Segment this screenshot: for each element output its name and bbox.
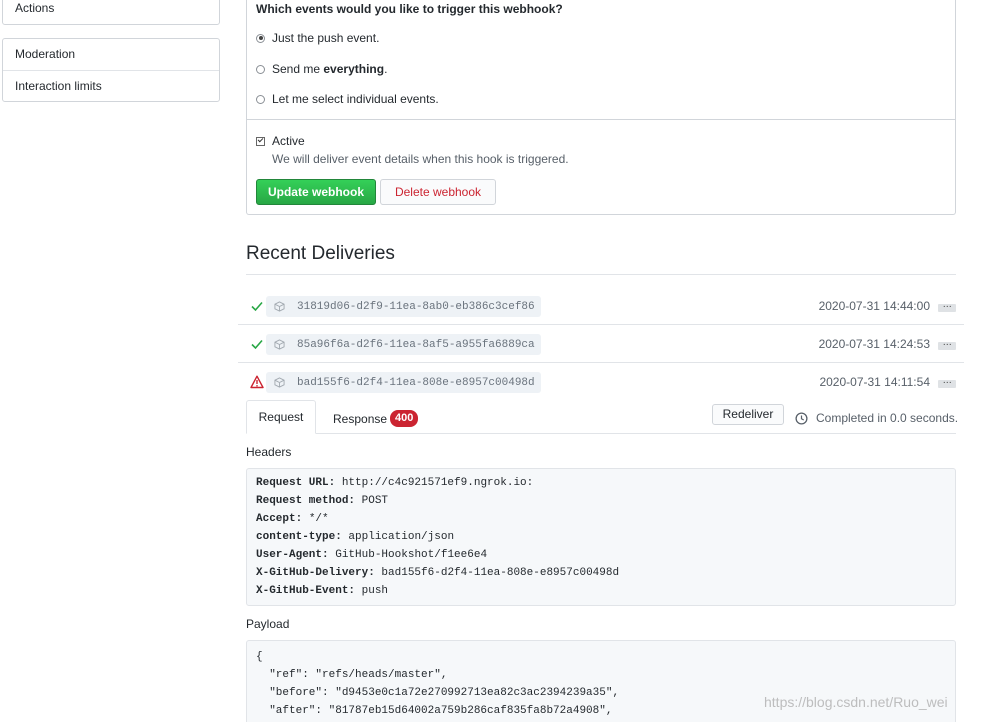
event-option-everything[interactable]: Send me everything. xyxy=(256,62,387,76)
delivery-guid-pill[interactable]: 85a96f6a-d2f6-11ea-8af5-a955fa6889ca xyxy=(266,334,541,355)
header-key: Accept: xyxy=(256,513,303,525)
expand-ellipsis-button[interactable]: … xyxy=(938,377,956,388)
expand-ellipsis-button[interactable]: … xyxy=(938,301,956,312)
header-key: Request URL: xyxy=(256,477,336,489)
header-line: Request URL: http://c4c921571ef9.ngrok.i… xyxy=(256,474,946,492)
package-icon xyxy=(274,339,285,350)
event-option-individual[interactable]: Let me select individual events. xyxy=(256,92,439,106)
header-value: POST xyxy=(355,495,389,507)
sidebar-top-box: Actions xyxy=(2,0,220,25)
header-key: Request method: xyxy=(256,495,356,507)
event-option-individual-label: Let me select individual events. xyxy=(272,92,439,106)
package-icon xyxy=(274,301,285,312)
delivery-guid: 85a96f6a-d2f6-11ea-8af5-a955fa6889ca xyxy=(297,338,535,351)
delivery-time: 2020-07-31 14:44:00 xyxy=(818,299,930,313)
sidebar-moderation-header: Moderation xyxy=(15,47,76,61)
header-key: content-type: xyxy=(256,531,342,543)
delivery-time: 2020-07-31 14:11:54 xyxy=(819,375,930,389)
header-line: X-GitHub-Event: push xyxy=(256,582,946,600)
header-line: Accept: */* xyxy=(256,510,946,528)
delivery-row[interactable]: 31819d06-d2f9-11ea-8ab0-eb386c3cef86 202… xyxy=(238,287,964,325)
delivery-guid: bad155f6-d2f4-11ea-808e-e8957c00498d xyxy=(297,376,535,389)
completed-text: Completed in 0.0 seconds. xyxy=(816,411,959,425)
header-value: GitHub-Hookshot/f1ee6e4 xyxy=(328,549,488,561)
update-webhook-button[interactable]: Update webhook xyxy=(256,179,376,205)
webhook-events-box: Which events would you like to trigger t… xyxy=(246,0,956,215)
recent-deliveries-divider xyxy=(246,274,956,275)
delivery-guid: 31819d06-d2f9-11ea-8ab0-eb386c3cef86 xyxy=(297,300,535,313)
header-line: Request method: POST xyxy=(256,492,946,510)
completed-status: Completed in 0.0 seconds. xyxy=(795,411,958,425)
event-option-push[interactable]: Just the push event. xyxy=(256,31,379,45)
redeliver-button[interactable]: Redeliver xyxy=(712,404,784,425)
events-question: Which events would you like to trigger t… xyxy=(256,2,563,16)
payload-label: Payload xyxy=(246,617,290,631)
payload-line: { xyxy=(256,651,263,663)
delivery-guid-pill[interactable]: bad155f6-d2f4-11ea-808e-e8957c00498d xyxy=(266,372,541,393)
radio-everything[interactable] xyxy=(256,64,265,74)
event-option-everything-suffix: . xyxy=(384,62,388,76)
response-status-badge: 400 xyxy=(390,410,419,427)
header-value: push xyxy=(355,585,389,597)
clock-icon xyxy=(795,411,808,425)
sidebar-moderation-box: Moderation Interaction limits xyxy=(2,38,220,102)
sidebar-item-actions[interactable]: Actions xyxy=(3,0,219,24)
check-icon xyxy=(251,301,263,312)
recent-deliveries-title: Recent Deliveries xyxy=(246,243,395,264)
header-value: application/json xyxy=(341,531,455,543)
event-option-push-label: Just the push event. xyxy=(272,31,380,45)
active-label: Active xyxy=(272,134,305,148)
expand-ellipsis-button[interactable]: … xyxy=(938,339,956,350)
header-line: content-type: application/json xyxy=(256,528,946,546)
delete-webhook-button[interactable]: Delete webhook xyxy=(380,179,496,205)
header-value: http://c4c921571ef9.ngrok.io: xyxy=(335,477,534,489)
tabs-divider xyxy=(246,433,956,434)
tab-response[interactable]: Response 400 xyxy=(333,410,419,427)
delivery-row[interactable]: 85a96f6a-d2f6-11ea-8af5-a955fa6889ca 202… xyxy=(238,325,964,363)
event-option-everything-prefix: Send me xyxy=(272,62,324,76)
headers-label: Headers xyxy=(246,445,292,459)
header-key: X-GitHub-Event: xyxy=(256,585,356,597)
radio-push[interactable] xyxy=(256,33,265,43)
headers-code-box: Request URL: http://c4c921571ef9.ngrok.i… xyxy=(246,468,956,606)
active-note: We will deliver event details when this … xyxy=(272,152,569,166)
events-divider xyxy=(247,119,955,120)
header-line: X-GitHub-Delivery: bad155f6-d2f4-11ea-80… xyxy=(256,564,946,582)
active-checkbox[interactable] xyxy=(256,136,265,146)
package-icon xyxy=(274,377,285,388)
header-key: X-GitHub-Delivery: xyxy=(256,567,375,579)
delivery-time: 2020-07-31 14:24:53 xyxy=(818,337,930,351)
tab-request[interactable]: Request xyxy=(246,400,316,434)
header-value: */* xyxy=(302,513,329,525)
tab-response-label: Response xyxy=(333,411,388,426)
delivery-guid-pill[interactable]: 31819d06-d2f9-11ea-8ab0-eb386c3cef86 xyxy=(266,296,541,317)
check-icon xyxy=(251,339,263,350)
header-line: User-Agent: GitHub-Hookshot/f1ee6e4 xyxy=(256,546,946,564)
header-key: User-Agent: xyxy=(256,549,329,561)
delivery-row[interactable]: bad155f6-d2f4-11ea-808e-e8957c00498d 202… xyxy=(238,363,964,401)
active-checkbox-row[interactable]: Active xyxy=(256,134,305,148)
alert-icon xyxy=(250,375,264,389)
sidebar-item-interaction-limits[interactable]: Interaction limits xyxy=(3,70,219,101)
radio-individual[interactable] xyxy=(256,94,265,104)
watermark: https://blog.csdn.net/Ruo_wei xyxy=(764,694,948,710)
payload-line: "ref": "refs/heads/master", xyxy=(256,669,448,681)
event-option-everything-bold: everything xyxy=(323,62,385,76)
header-value: bad155f6-d2f4-11ea-808e-e8957c00498d xyxy=(374,567,620,579)
